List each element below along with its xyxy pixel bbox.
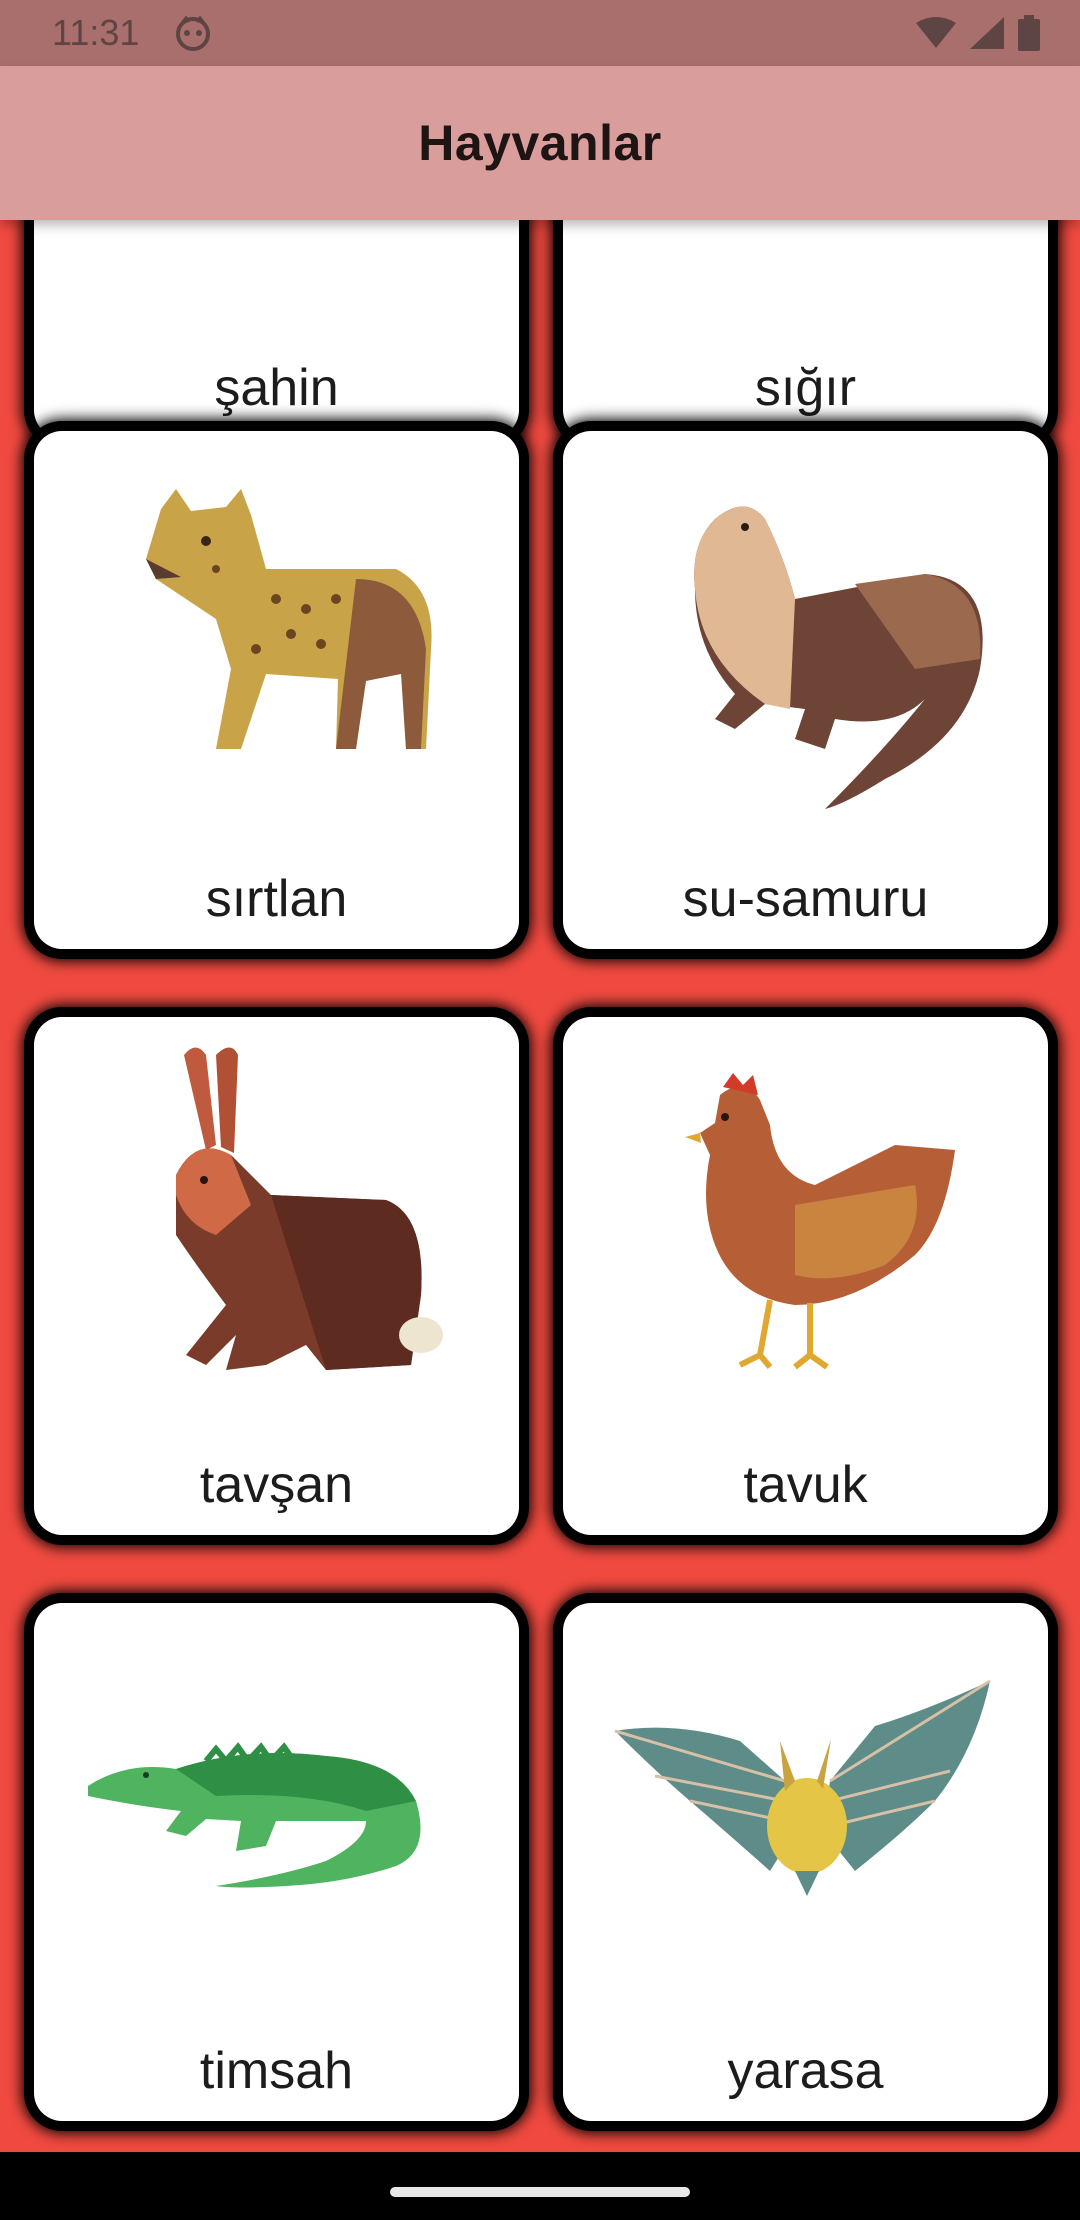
animal-card-crocodile[interactable]: timsah [34, 1603, 519, 2121]
animal-card-bat[interactable]: yarasa [563, 1603, 1048, 2121]
battery-icon [1018, 15, 1040, 51]
chicken-image [685, 1073, 955, 1370]
animal-card-label: sırtlan [205, 870, 348, 928]
signal-icon [970, 17, 1004, 49]
rabbit-image [176, 1047, 443, 1370]
animal-card-label: su-samuru [682, 870, 929, 928]
animal-card-label: şahin [214, 359, 339, 417]
animal-card-label: yarasa [727, 2042, 884, 2100]
hyena-image [146, 489, 432, 749]
otter-image [694, 506, 983, 809]
animal-card-label: tavşan [199, 1456, 354, 1514]
animal-card-chicken[interactable]: tavuk [563, 1017, 1048, 1535]
bat-image [614, 1679, 991, 1896]
animal-grid[interactable]: şahin sığır sırtlan su-samuru tavşan tav… [0, 220, 1080, 2152]
animal-card-otter[interactable]: su-samuru [563, 431, 1048, 949]
animal-card-rabbit[interactable]: tavşan [34, 1017, 519, 1535]
animal-card-label: tavuk [743, 1456, 868, 1514]
status-bar: 11:31 [0, 0, 1080, 66]
animal-card-label: timsah [199, 2042, 354, 2100]
navigation-bar [0, 2152, 1080, 2220]
animal-card-hyena[interactable]: sırtlan [34, 431, 519, 949]
wifi-icon [916, 17, 956, 48]
animal-card-label: sığır [754, 359, 857, 417]
page-title: Hayvanlar [418, 115, 662, 171]
app-bar: Hayvanlar [0, 66, 1080, 220]
animal-card-cattle[interactable]: sığır [563, 220, 1048, 438]
home-gesture-handle[interactable] [390, 2187, 690, 2197]
animal-card-hawk[interactable]: şahin [34, 220, 519, 438]
status-time: 11:31 [52, 12, 140, 53]
cat-notification-icon [176, 15, 210, 51]
crocodile-image [88, 1742, 421, 1888]
